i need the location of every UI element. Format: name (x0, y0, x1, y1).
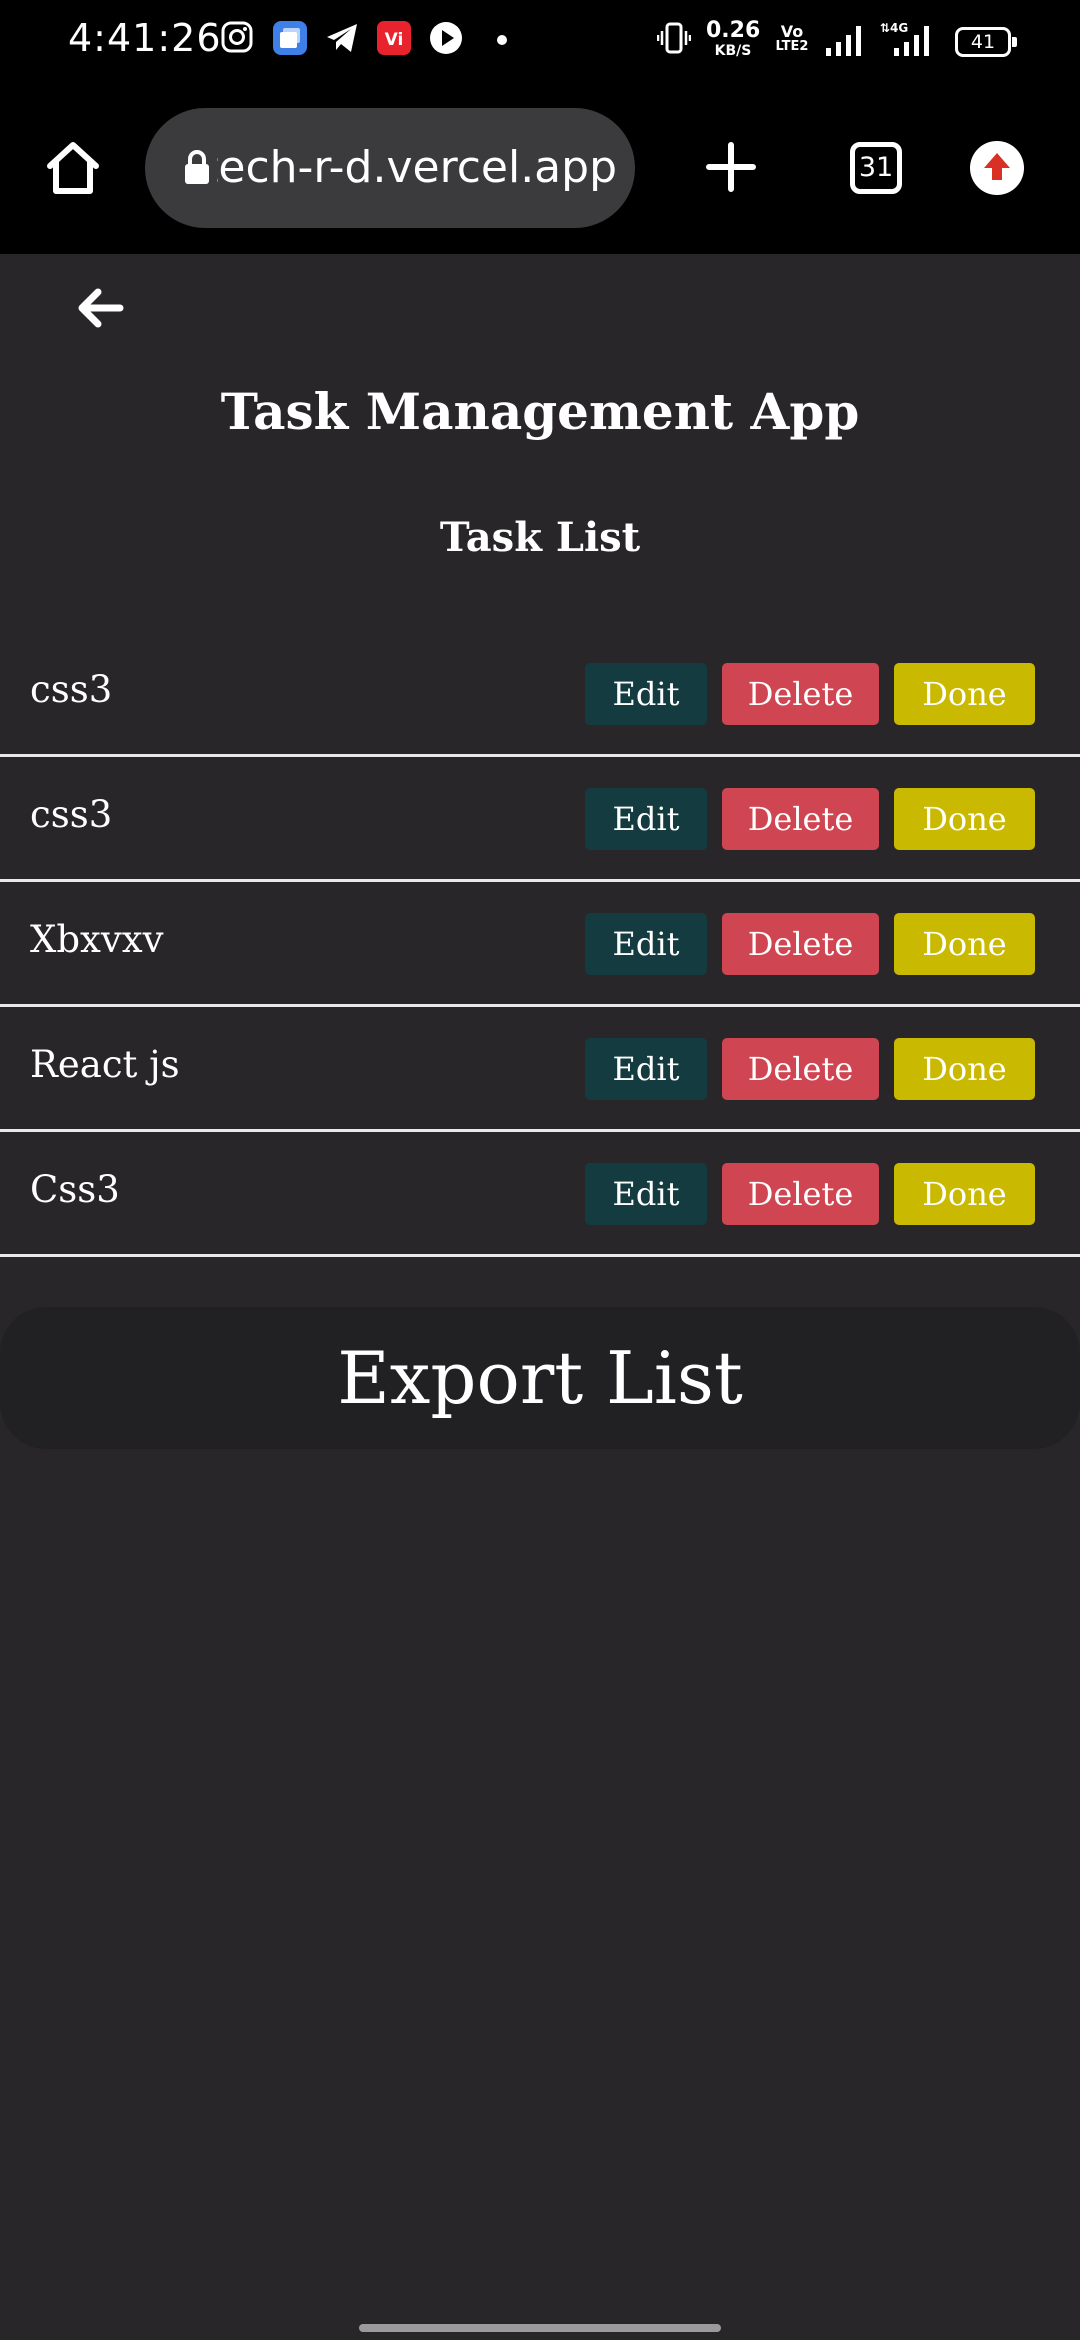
task-row: Css3 Edit Delete Done (0, 1132, 1080, 1257)
page-title: Task Management App (220, 382, 860, 441)
task-name: css3 (30, 793, 113, 836)
export-list-button[interactable]: Export List (0, 1307, 1080, 1449)
vibrate-icon (657, 22, 691, 54)
edit-button[interactable]: Edit (585, 913, 707, 975)
task-name: css3 (30, 668, 113, 711)
signal-4g-icon: ⇅4G (880, 21, 929, 56)
delete-button[interactable]: Delete (722, 663, 879, 725)
lock-icon (185, 150, 209, 184)
done-button[interactable]: Done (894, 663, 1035, 725)
task-row: Xbxvxv Edit Delete Done (0, 882, 1080, 1007)
task-name: Css3 (30, 1168, 120, 1211)
done-button[interactable]: Done (894, 913, 1035, 975)
home-icon[interactable] (44, 140, 102, 196)
address-bar[interactable]: tech-r-d.vercel.app (145, 108, 635, 228)
task-row: React js Edit Delete Done (0, 1007, 1080, 1132)
task-list: css3 Edit Delete Done css3 Edit Delete D… (0, 632, 1080, 1257)
signal-icon (826, 26, 861, 56)
status-bar: 4:41:26 Vi 0.26 KB/S Vo LTE2 ⇅4G 41 (0, 0, 1080, 82)
done-button[interactable]: Done (894, 1163, 1035, 1225)
task-name: Xbxvxv (30, 918, 164, 961)
status-time: 4:41:26 (68, 16, 222, 60)
task-name: React js (30, 1043, 180, 1086)
back-arrow-icon[interactable] (72, 280, 128, 336)
multi-window-icon (273, 21, 307, 55)
task-list-title: Task List (439, 514, 641, 561)
vi-app-icon: Vi (377, 21, 411, 55)
done-button[interactable]: Done (894, 788, 1035, 850)
volte-indicator: Vo LTE2 (775, 22, 809, 54)
gesture-home-indicator[interactable] (359, 2324, 721, 2332)
edit-button[interactable]: Edit (585, 663, 707, 725)
telegram-icon (327, 24, 357, 52)
dot-icon (497, 35, 507, 45)
network-speed: 0.26 KB/S (706, 18, 761, 59)
delete-button[interactable]: Delete (722, 1163, 879, 1225)
edit-button[interactable]: Edit (585, 788, 707, 850)
url-text: tech-r-d.vercel.app (217, 142, 617, 193)
delete-button[interactable]: Delete (722, 788, 879, 850)
delete-button[interactable]: Delete (722, 913, 879, 975)
delete-button[interactable]: Delete (722, 1038, 879, 1100)
done-button[interactable]: Done (894, 1038, 1035, 1100)
task-row: css3 Edit Delete Done (0, 632, 1080, 757)
task-row: css3 Edit Delete Done (0, 757, 1080, 882)
new-tab-icon[interactable] (705, 141, 757, 193)
browser-toolbar: tech-r-d.vercel.app 31 (0, 82, 1080, 254)
edit-button[interactable]: Edit (585, 1038, 707, 1100)
battery-indicator: 41 (955, 27, 1017, 57)
edit-button[interactable]: Edit (585, 1163, 707, 1225)
update-icon[interactable] (969, 140, 1025, 196)
svg-text:Vi: Vi (385, 30, 404, 50)
svg-text:⇅4G: ⇅4G (880, 21, 908, 35)
play-icon (430, 22, 462, 54)
tabs-button[interactable]: 31 (850, 142, 902, 194)
instagram-icon (221, 21, 253, 53)
